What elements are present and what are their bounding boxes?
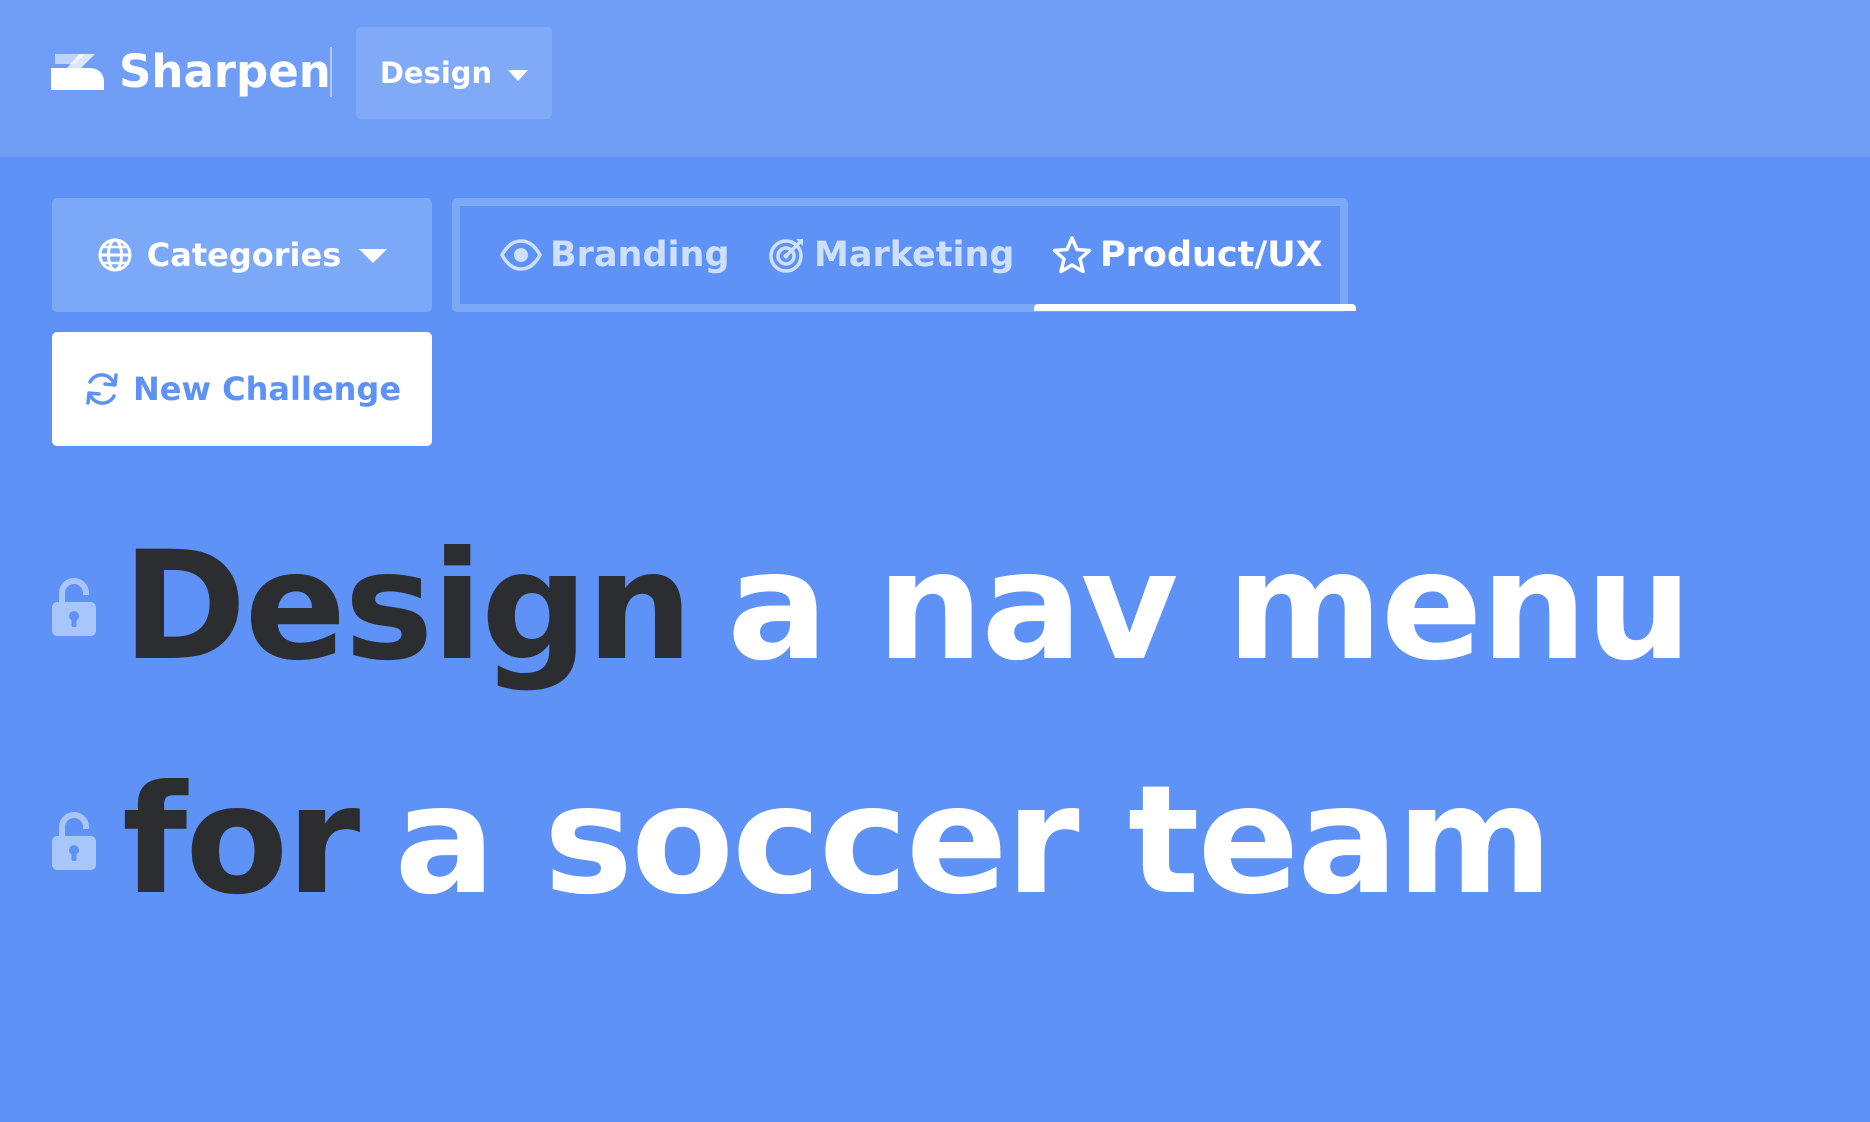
tab-branding[interactable]: Branding [500, 206, 730, 304]
globe-icon [98, 238, 132, 272]
target-icon [769, 239, 803, 273]
new-challenge-button[interactable]: New Challenge [52, 332, 432, 446]
tab-label: Marketing [814, 235, 1015, 275]
star-icon [1052, 236, 1092, 274]
refresh-icon [86, 373, 118, 405]
eye-icon [500, 239, 542, 271]
tab-marketing[interactable]: Marketing [768, 206, 1014, 304]
challenge-line-1: Design a nav menu [52, 520, 1692, 694]
chevron-down-icon [359, 249, 388, 263]
top-header: Sharpen Design [0, 0, 1870, 157]
tab-label: Branding [550, 235, 730, 275]
header-divider [330, 47, 332, 97]
challenge-object: a nav menu [727, 520, 1692, 694]
brand-name: Sharpen [119, 45, 331, 98]
new-challenge-label: New Challenge [132, 370, 402, 408]
unlocked-padlock-icon[interactable] [52, 812, 96, 870]
categories-label: Categories [146, 236, 342, 274]
challenge-preposition: for [122, 754, 360, 928]
challenge-verb: Design [122, 520, 693, 694]
mode-dropdown[interactable]: Design [356, 27, 552, 119]
tab-label: Product/UX [1100, 235, 1323, 275]
brand-logo[interactable]: Sharpen [51, 45, 331, 98]
categories-dropdown[interactable]: Categories [52, 198, 432, 312]
unlocked-padlock-icon[interactable] [52, 578, 96, 636]
tab-product-ux[interactable]: Product/UX [1052, 206, 1323, 304]
category-tabs: Branding Marketing Product/UX [452, 198, 1356, 312]
active-tab-indicator [1034, 304, 1356, 311]
challenge-target: a soccer team [394, 754, 1552, 928]
mode-dropdown-label: Design [379, 56, 493, 90]
challenge-line-2: for a soccer team [52, 754, 1553, 928]
chevron-down-icon [508, 69, 529, 81]
sharpen-logo-icon [51, 54, 104, 90]
